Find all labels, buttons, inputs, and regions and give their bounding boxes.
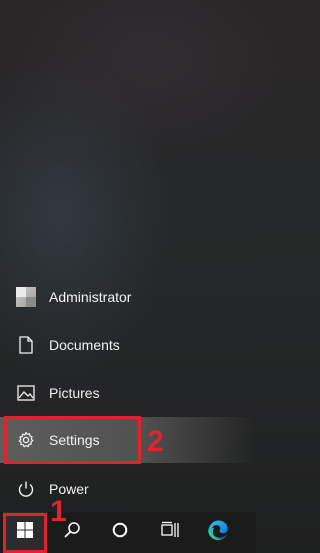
menu-item-administrator[interactable]: Administrator bbox=[0, 274, 256, 320]
start-highlight-box bbox=[3, 513, 47, 553]
menu-item-label: Administrator bbox=[49, 289, 132, 305]
task-view-button[interactable] bbox=[148, 512, 192, 553]
edge-icon bbox=[206, 518, 230, 547]
menu-item-power[interactable]: Power bbox=[0, 466, 256, 512]
cortana-button[interactable] bbox=[98, 512, 142, 553]
menu-item-label: Documents bbox=[49, 337, 120, 353]
step-1-label: 1 bbox=[50, 495, 67, 528]
document-icon bbox=[16, 335, 36, 355]
menu-item-label: Pictures bbox=[49, 385, 100, 401]
picture-icon bbox=[16, 383, 36, 403]
settings-highlight-box bbox=[4, 416, 141, 464]
edge-button[interactable] bbox=[196, 512, 240, 553]
task-view-icon bbox=[160, 521, 180, 544]
user-avatar-icon bbox=[16, 287, 36, 307]
menu-item-documents[interactable]: Documents bbox=[0, 322, 256, 368]
cortana-icon bbox=[111, 521, 129, 544]
menu-item-pictures[interactable]: Pictures bbox=[0, 370, 256, 416]
step-2-label: 2 bbox=[147, 425, 164, 458]
power-icon bbox=[16, 479, 36, 499]
